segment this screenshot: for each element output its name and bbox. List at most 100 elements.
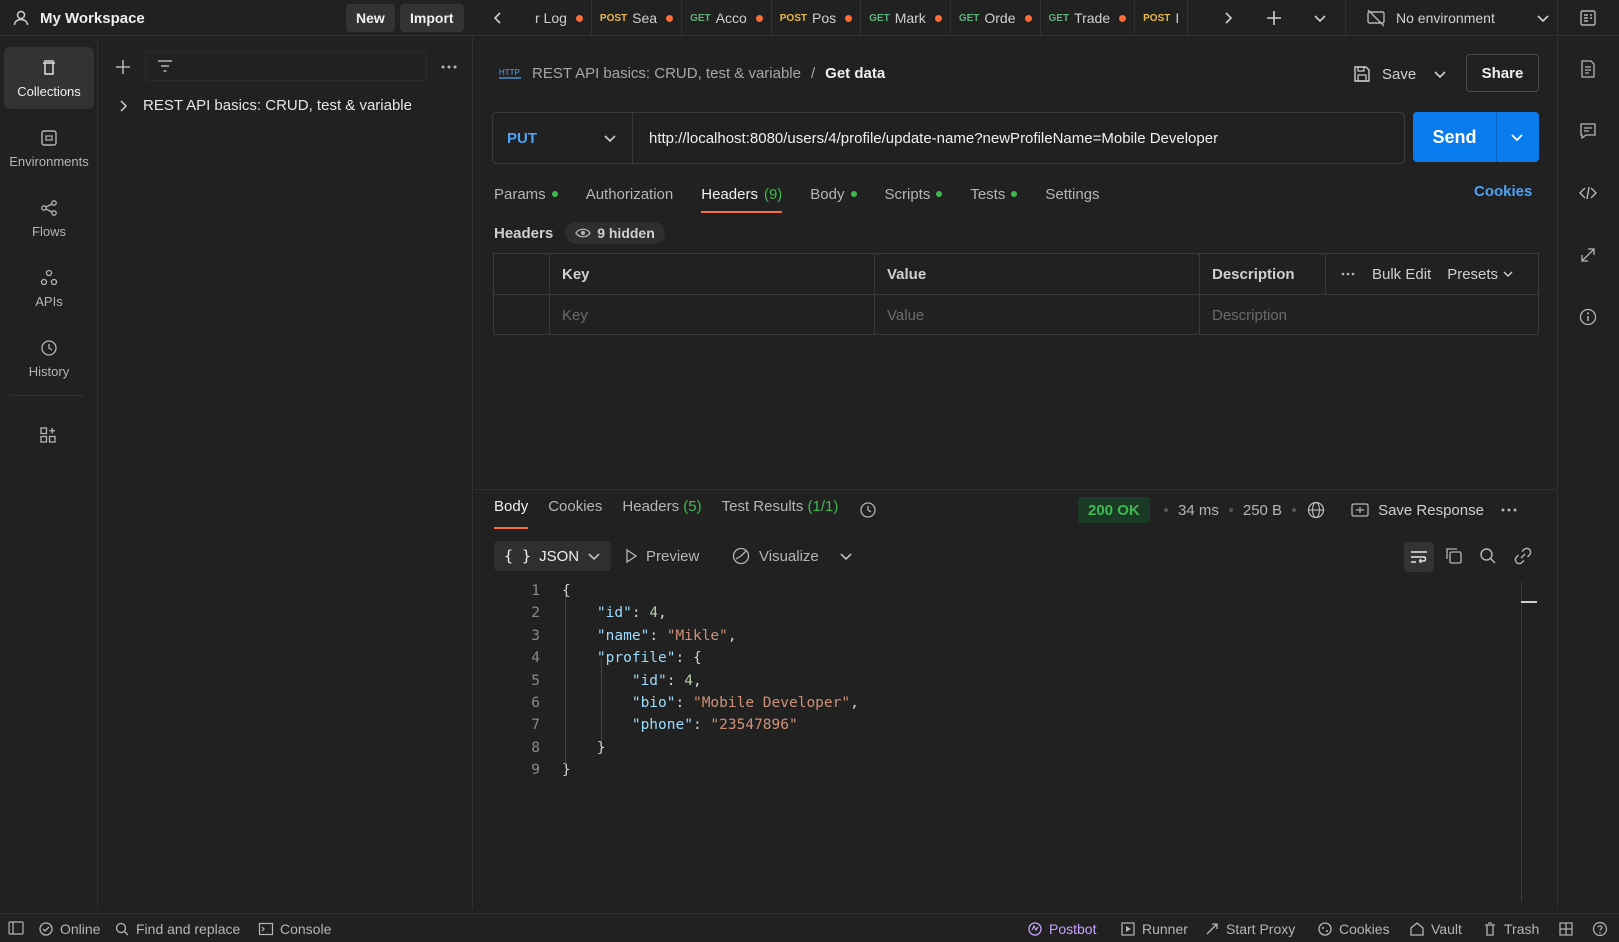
vault-button[interactable]: Vault — [1409, 921, 1462, 937]
tab-settings[interactable]: Settings — [1045, 180, 1099, 208]
method-select[interactable]: PUT — [493, 113, 633, 163]
globe-icon[interactable] — [1306, 500, 1326, 520]
wrap-lines-button[interactable] — [1404, 542, 1434, 572]
import-button[interactable]: Import — [400, 4, 464, 32]
code-line: 9} — [531, 762, 571, 779]
tab-scripts[interactable]: Scripts — [885, 180, 943, 208]
help-icon[interactable] — [1592, 921, 1608, 937]
request-tab[interactable]: GET Orde — [951, 0, 1041, 36]
filter-input[interactable] — [145, 51, 427, 81]
presets-dropdown[interactable]: Presets — [1447, 266, 1514, 283]
request-tab[interactable]: POST Pos — [772, 0, 862, 36]
nav-environments[interactable]: Environments — [4, 117, 94, 179]
status-badge[interactable]: 200 OK — [1078, 497, 1150, 523]
runner-button[interactable]: Runner — [1120, 921, 1188, 937]
header-key-input[interactable]: Key — [550, 295, 875, 335]
table-options-icon[interactable] — [1340, 269, 1356, 279]
cookies-button[interactable]: Cookies — [1317, 921, 1390, 937]
new-tab-plus-icon[interactable] — [1264, 8, 1284, 28]
workspace-switcher[interactable]: My Workspace — [12, 0, 145, 36]
request-tab[interactable]: GET Mark — [861, 0, 951, 36]
code-icon[interactable] — [1578, 183, 1598, 203]
copy-icon[interactable] — [1444, 546, 1464, 566]
configure-sidebar-icon[interactable] — [38, 425, 58, 445]
request-tab[interactable]: POST I — [1135, 0, 1189, 36]
format-select[interactable]: { } JSON — [494, 541, 612, 571]
send-button[interactable]: Send — [1413, 112, 1497, 162]
info-icon[interactable] — [1578, 307, 1598, 327]
nav-collections[interactable]: Collections — [4, 47, 94, 109]
toggle-sidebar-icon[interactable] — [8, 921, 24, 935]
hidden-headers-toggle[interactable]: 9 hidden — [565, 222, 665, 244]
bulk-edit-button[interactable]: Bulk Edit — [1372, 266, 1431, 283]
preview-button[interactable]: Preview — [624, 541, 699, 571]
response-size[interactable]: 250 B — [1243, 502, 1282, 519]
add-collection-plus-icon[interactable] — [113, 57, 133, 77]
cookies-link[interactable]: Cookies — [1474, 183, 1532, 200]
share-button[interactable]: Share — [1466, 54, 1539, 92]
send-options-chevron-down-icon[interactable] — [1497, 128, 1537, 146]
tab-authorization[interactable]: Authorization — [586, 180, 674, 208]
more-options-icon[interactable] — [439, 57, 459, 77]
has-content-dot — [551, 191, 558, 197]
url-input[interactable]: http://localhost:8080/users/4/profile/up… — [633, 130, 1218, 147]
request-tab[interactable]: POST Sea — [592, 0, 683, 36]
tabs-dropdown-chevron-down-icon[interactable] — [1312, 9, 1328, 27]
response-history-icon[interactable] — [858, 498, 878, 522]
postbot-button[interactable]: Postbot — [1027, 921, 1096, 937]
find-replace-button[interactable]: Find and replace — [114, 921, 240, 937]
layout-toggle-icon[interactable] — [1558, 921, 1574, 937]
tab-tests[interactable]: Tests — [970, 180, 1018, 208]
breadcrumb-collection-link[interactable]: REST API basics: CRUD, test & variable — [532, 65, 801, 82]
request-tab[interactable]: r Log — [522, 0, 592, 36]
tab-params[interactable]: Params — [494, 180, 558, 208]
response-body-code[interactable]: 1{ 2 "id": 4, 3 "name": "Mikle", 4 "prof… — [510, 580, 859, 782]
tabs-scroll-left-icon[interactable] — [490, 9, 506, 27]
tab-headers[interactable]: Headers (9) — [701, 180, 783, 213]
resp-tab-cookies[interactable]: Cookies — [548, 498, 602, 522]
breadcrumb-separator: / — [810, 64, 816, 82]
tabs-scroll-right-icon[interactable] — [1220, 9, 1236, 27]
console-button[interactable]: Console — [258, 921, 331, 937]
search-icon[interactable] — [1478, 546, 1498, 566]
related-collections-icon[interactable] — [1578, 245, 1598, 265]
request-tab[interactable]: GET Acco — [682, 0, 772, 36]
link-icon[interactable] — [1513, 546, 1533, 566]
code-line: 2 "id": 4, — [531, 605, 667, 622]
scrollbar-thumb[interactable] — [1521, 601, 1537, 603]
code-scrollbar[interactable] — [1521, 582, 1522, 902]
code-line: 8 } — [531, 739, 606, 756]
environment-selector[interactable]: No environment — [1366, 0, 1551, 36]
resp-tab-body[interactable]: Body — [494, 498, 529, 529]
documentation-icon[interactable] — [1578, 59, 1598, 79]
response-time[interactable]: 34 ms — [1178, 502, 1219, 519]
pane-divider[interactable] — [474, 489, 1556, 490]
visualize-button[interactable]: Visualize — [731, 541, 819, 571]
comments-icon[interactable] — [1578, 121, 1598, 141]
request-name[interactable]: Get data — [825, 65, 885, 82]
visualize-options-chevron-down-icon[interactable] — [838, 548, 854, 564]
nav-apis[interactable]: APIs — [4, 257, 94, 319]
save-options-chevron-down-icon[interactable] — [1432, 65, 1448, 83]
save-button[interactable]: Save — [1352, 57, 1416, 91]
collection-item[interactable]: REST API basics: CRUD, test & variable — [117, 97, 412, 114]
more-options-icon[interactable] — [1500, 505, 1518, 515]
unsaved-dot — [755, 14, 763, 22]
release-notes-icon[interactable] — [1578, 8, 1598, 28]
tab-body[interactable]: Body — [810, 180, 857, 208]
new-button[interactable]: New — [346, 4, 395, 32]
online-status[interactable]: Online — [38, 921, 100, 937]
start-proxy-button[interactable]: Start Proxy — [1204, 921, 1295, 937]
nav-history[interactable]: History — [4, 327, 94, 389]
header-description-input[interactable]: Description — [1200, 295, 1538, 335]
nav-flows[interactable]: Flows — [4, 187, 94, 249]
environment-label: No environment — [1396, 10, 1495, 26]
resp-tab-test-results[interactable]: Test Results (1/1) — [722, 498, 839, 522]
resp-tab-headers[interactable]: Headers (5) — [622, 498, 701, 522]
save-response-button[interactable]: Save Response — [1350, 502, 1484, 519]
trash-button[interactable]: Trash — [1482, 921, 1539, 937]
unsaved-dot — [1119, 14, 1127, 22]
header-value-input[interactable]: Value — [875, 295, 1200, 335]
request-tab[interactable]: GET Trade — [1041, 0, 1136, 36]
indent-guide — [601, 658, 602, 742]
